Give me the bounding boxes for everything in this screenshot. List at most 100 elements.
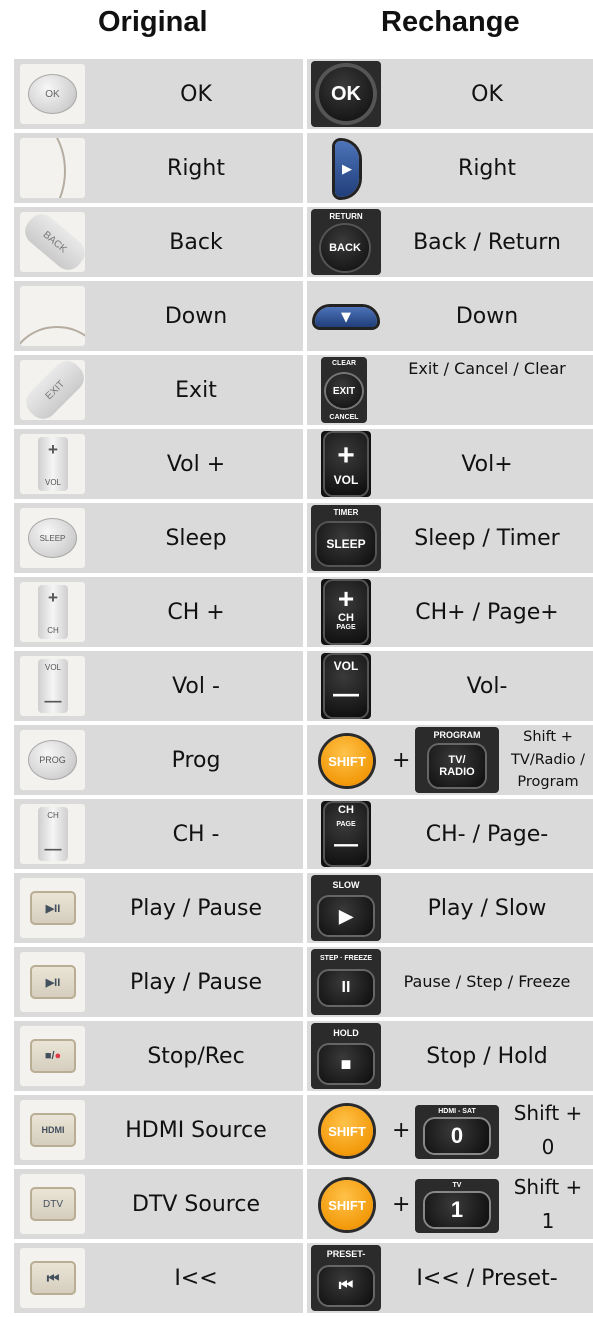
row-down-original: Down: [14, 281, 303, 351]
row-dtv-original: DTV DTV Source: [14, 1169, 303, 1239]
play-icon: ▶: [319, 897, 373, 935]
hdmi-button-photo: HDMI: [20, 1100, 85, 1160]
ch-label: CH: [338, 804, 354, 816]
shift-button-photo: SHIFT: [311, 1097, 381, 1163]
plus-icon: +: [337, 583, 355, 614]
dtv-key: DTV: [30, 1187, 76, 1221]
exit-button-photo: CLEAR EXIT CANCEL: [321, 357, 367, 423]
preset-minus-label: PRESET-: [326, 1249, 366, 1259]
row-down-rechange: ▼ Down: [307, 281, 593, 351]
vol-minus-key: VOL —: [325, 655, 367, 717]
vol-rocker: VOL —: [38, 659, 68, 713]
ch-minus-key: CH PAGE —: [325, 803, 367, 865]
play-slow-button-photo: SLOW ▶: [311, 875, 381, 941]
one-button-photo: TV 1: [415, 1179, 499, 1233]
stop-hold-button-photo: HOLD ■: [311, 1023, 381, 1089]
prev-button-photo: ⏮: [20, 1248, 85, 1308]
rechange-column-header: Rechange: [381, 6, 520, 38]
row-exit-original: EXIT Exit: [14, 355, 303, 425]
rechange-label: CH+ / Page+: [415, 599, 559, 625]
row-ch-plus-rechange: + CH PAGE CH+ / Page+: [307, 577, 593, 647]
button-mapping-table: OK OK OK OK Right ▶ Right BACK Back RETU…: [14, 59, 593, 1317]
arc-edge: [20, 326, 85, 346]
tv-label: TV: [452, 1182, 462, 1189]
plus-icon: +: [48, 588, 58, 607]
original-label: DTV Source: [132, 1191, 260, 1217]
original-label: Vol -: [172, 673, 220, 699]
row-sleep-original: SLEEP Sleep: [14, 503, 303, 573]
rechange-label: Back / Return: [413, 229, 561, 255]
plus-sign: +: [392, 1117, 411, 1143]
rechange-label: Sleep / Timer: [414, 525, 560, 551]
original-label: CH +: [167, 599, 225, 625]
row-ch-minus-rechange: CH PAGE — CH- / Page-: [307, 799, 593, 869]
original-label: HDMI Source: [125, 1117, 267, 1143]
rechange-label: Vol+: [461, 451, 513, 477]
shift-button-photo: SHIFT: [311, 1171, 381, 1237]
dtv-button-photo: DTV: [20, 1174, 85, 1234]
ok-button-photo: OK: [311, 61, 381, 127]
row-hdmi-original: HDMI HDMI Source: [14, 1095, 303, 1165]
row-prev-rechange: PRESET- ⏮ I<< / Preset-: [307, 1243, 593, 1313]
rechange-label: Exit / Cancel / Clear: [408, 359, 566, 378]
row-vol-minus-original: VOL — Vol -: [14, 651, 303, 721]
back-button-photo: RETURN BACK: [311, 209, 381, 275]
vol-plus-button-photo: + VOL: [321, 431, 371, 497]
row-stop-rec-original: ■/● Stop/Rec: [14, 1021, 303, 1091]
ok-key: OK: [319, 67, 373, 121]
exit-key: EXIT: [326, 374, 362, 408]
sleep-key: SLEEP: [28, 518, 77, 558]
prog-button-photo: PROG: [20, 730, 85, 790]
original-label: Down: [164, 303, 228, 329]
row-exit-rechange: CLEAR EXIT CANCEL Exit / Cancel / Clear: [307, 355, 593, 425]
cancel-label: CANCEL: [329, 414, 359, 421]
right-arrow-icon: ▶: [335, 141, 359, 197]
sleep-button-photo: TIMER SLEEP: [311, 505, 381, 571]
rechange-label: CH- / Page-: [425, 821, 549, 847]
rechange-label: Stop / Hold: [426, 1043, 548, 1069]
shift-key: SHIFT: [321, 1180, 373, 1230]
minus-icon: —: [44, 691, 62, 710]
ch-minus-button-photo: CH —: [20, 804, 85, 864]
exit-key: EXIT: [20, 360, 85, 420]
page-label: PAGE: [336, 624, 356, 631]
play-pause-button-photo: ▶II: [20, 952, 85, 1012]
row-vol-plus-original: + VOL Vol +: [14, 429, 303, 499]
rechange-label: Right: [458, 155, 516, 181]
exit-button-photo: EXIT: [20, 360, 85, 420]
ch-label: CH: [47, 811, 59, 820]
row-prog-rechange: SHIFT + PROGRAM TV/ RADIO Shift + TV/Rad…: [307, 725, 593, 795]
ch-label: CH: [338, 612, 354, 624]
row-play-slow-rechange: SLOW ▶ Play / Slow: [307, 873, 593, 943]
back-key: BACK: [321, 225, 369, 271]
vol-minus-button-photo: VOL —: [321, 653, 371, 719]
ch-rocker: + CH: [38, 585, 68, 639]
page-label: PAGE: [336, 821, 356, 828]
record-icon: ●: [54, 1050, 62, 1062]
original-label: Back: [169, 229, 223, 255]
zero-button-photo: HDMI - SAT 0: [415, 1105, 499, 1159]
rechange-label: Shift + 0: [513, 1101, 583, 1159]
shift-key: SHIFT: [321, 736, 373, 786]
ch-minus-button-photo: CH PAGE —: [321, 801, 371, 867]
vol-label: VOL: [44, 478, 61, 487]
minus-icon: —: [44, 839, 62, 858]
play-pause-icon: ▶II: [30, 891, 76, 925]
play-pause-icon: ▶II: [30, 965, 76, 999]
sleep-button-photo: SLEEP: [20, 508, 85, 568]
original-label: Right: [167, 155, 225, 181]
vol-label: VOL: [333, 473, 359, 487]
return-label: RETURN: [329, 212, 363, 221]
row-hdmi-rechange: SHIFT + HDMI - SAT 0 Shift + 0: [307, 1095, 593, 1165]
original-label: Play / Pause: [130, 895, 262, 921]
stop-icon: ■: [319, 1045, 373, 1083]
ch-plus-button-photo: + CH: [20, 582, 85, 642]
plus-icon: +: [48, 440, 58, 459]
plus-sign: +: [392, 747, 411, 773]
vol-plus-key: + VOL: [325, 433, 367, 495]
original-label: Sleep: [165, 525, 227, 551]
stop-rec-icon: ■/●: [30, 1039, 76, 1073]
rechange-label: OK: [471, 81, 503, 107]
prev-button-photo: PRESET- ⏮: [311, 1245, 381, 1311]
rechange-label: Play / Slow: [427, 895, 547, 921]
